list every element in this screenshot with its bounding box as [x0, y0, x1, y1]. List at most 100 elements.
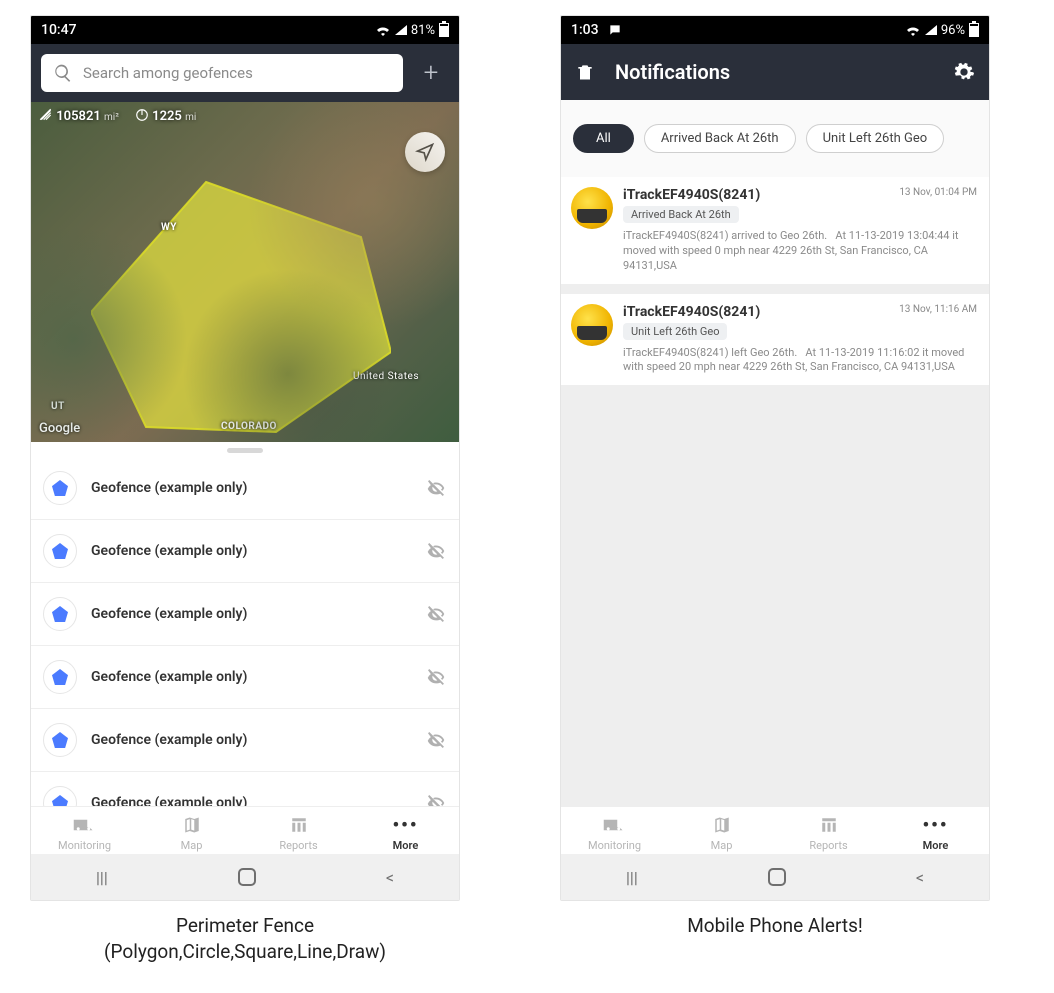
caption-right: Mobile Phone Alerts!: [560, 901, 990, 939]
geofence-shape-icon: [43, 786, 77, 806]
geofence-shape-icon: [43, 534, 77, 568]
list-item[interactable]: Geofence (example only): [31, 520, 459, 583]
status-time: 10:47: [41, 22, 77, 38]
geofence-metrics: 105821 mi² 1225 mi: [39, 108, 196, 124]
bottom-nav: Monitoring Map Reports •••More: [31, 806, 459, 854]
back-button[interactable]: <: [916, 868, 924, 887]
more-icon: •••: [352, 815, 459, 835]
notification-card[interactable]: iTrackEF4940S(8241) Arrived Back At 26th…: [561, 177, 989, 284]
recents-button[interactable]: |||: [96, 868, 108, 887]
android-navbar: ||| <: [31, 854, 459, 900]
search-bar: Search among geofences +: [31, 44, 459, 102]
screen-left: 10:47 81% Search among geofences + 10582…: [30, 15, 460, 901]
tab-map[interactable]: Map: [668, 815, 775, 852]
status-icons: 81%: [375, 23, 449, 38]
android-navbar: ||| <: [561, 854, 989, 900]
status-time: 1:03: [571, 22, 599, 38]
signal-icon: [925, 25, 937, 35]
perimeter-metric: 1225 mi: [135, 108, 196, 124]
home-button[interactable]: [238, 868, 256, 886]
my-location-button[interactable]: [405, 132, 445, 172]
notification-tag: Arrived Back At 26th: [623, 206, 739, 223]
notification-title: iTrackEF4940S(8241): [623, 304, 760, 320]
search-input[interactable]: Search among geofences: [41, 54, 403, 92]
tab-reports[interactable]: Reports: [775, 815, 882, 852]
tab-monitoring[interactable]: Monitoring: [31, 815, 138, 852]
map-label-ut: UT: [51, 401, 65, 412]
signal-icon: [395, 25, 407, 35]
list-item[interactable]: Geofence (example only): [31, 646, 459, 709]
area-icon: [39, 108, 53, 122]
van-icon: [603, 816, 627, 834]
battery-icon: [969, 23, 979, 37]
map-label-wy: WY: [161, 222, 177, 233]
visibility-off-icon[interactable]: [425, 666, 447, 688]
page-title: Notifications: [615, 60, 730, 84]
filter-chips: All Arrived Back At 26th Unit Left 26th …: [561, 100, 989, 177]
map[interactable]: 105821 mi² 1225 mi WY UT COLORADO United…: [31, 102, 459, 442]
sheet-handle[interactable]: [227, 448, 263, 453]
notification-time: 13 Nov, 11:16 AM: [899, 304, 977, 315]
phone-geofences: 10:47 81% Search among geofences + 10582…: [30, 15, 460, 983]
battery-text: 81%: [411, 23, 435, 38]
screen-right: 1:03 96% Notifications All Arrived Back …: [560, 15, 990, 901]
vehicle-avatar: [571, 187, 613, 229]
trash-icon[interactable]: [575, 61, 595, 83]
map-label-co: COLORADO: [221, 421, 277, 432]
battery-icon: [439, 23, 449, 37]
area-metric: 105821 mi²: [39, 108, 119, 124]
tab-more[interactable]: •••More: [882, 815, 989, 852]
list-item[interactable]: Geofence (example only): [31, 709, 459, 772]
list-item[interactable]: Geofence (example only): [31, 583, 459, 646]
visibility-off-icon[interactable]: [425, 477, 447, 499]
search-icon: [53, 63, 73, 83]
tab-monitoring[interactable]: Monitoring: [561, 815, 668, 852]
geofence-shape-icon: [43, 471, 77, 505]
notification-card[interactable]: iTrackEF4940S(8241) Unit Left 26th Geo 1…: [561, 294, 989, 386]
tab-map[interactable]: Map: [138, 815, 245, 852]
map-icon: [182, 816, 202, 834]
filter-left[interactable]: Unit Left 26th Geo: [806, 124, 945, 153]
recents-button[interactable]: |||: [626, 868, 638, 887]
van-icon: [73, 816, 97, 834]
header: Notifications: [561, 44, 989, 100]
location-arrow-icon: [415, 142, 435, 162]
chat-icon: [607, 23, 623, 37]
tab-more[interactable]: •••More: [352, 815, 459, 852]
reports-icon: [819, 816, 839, 834]
google-logo: Google: [39, 421, 80, 436]
phone-notifications: 1:03 96% Notifications All Arrived Back …: [560, 15, 990, 983]
list-item[interactable]: Geofence (example only): [31, 772, 459, 806]
reports-icon: [289, 816, 309, 834]
status-bar: 1:03 96%: [561, 16, 989, 44]
tab-reports[interactable]: Reports: [245, 815, 352, 852]
geofence-shape-icon: [43, 723, 77, 757]
geofence-shape-icon: [43, 660, 77, 694]
notification-tag: Unit Left 26th Geo: [623, 323, 727, 340]
geofence-shape-icon: [43, 597, 77, 631]
status-icons: 96%: [905, 23, 979, 38]
visibility-off-icon[interactable]: [425, 603, 447, 625]
more-icon: •••: [882, 815, 989, 835]
visibility-off-icon[interactable]: [425, 792, 447, 806]
add-geofence-button[interactable]: +: [413, 58, 449, 88]
geofence-polygon[interactable]: [91, 172, 391, 442]
status-bar: 10:47 81%: [31, 16, 459, 44]
visibility-off-icon[interactable]: [425, 729, 447, 751]
list-item[interactable]: Geofence (example only): [31, 457, 459, 520]
notification-time: 13 Nov, 01:04 PM: [899, 187, 977, 198]
perimeter-icon: [135, 108, 149, 122]
battery-text: 96%: [941, 23, 965, 38]
caption-left: Perimeter Fence (Polygon,Circle,Square,L…: [30, 901, 460, 964]
filter-all[interactable]: All: [573, 124, 634, 153]
map-icon: [712, 816, 732, 834]
home-button[interactable]: [768, 868, 786, 886]
visibility-off-icon[interactable]: [425, 540, 447, 562]
gear-icon[interactable]: [953, 61, 975, 83]
notification-list: iTrackEF4940S(8241) Arrived Back At 26th…: [561, 177, 989, 806]
map-label-us: United States: [353, 371, 419, 382]
back-button[interactable]: <: [386, 868, 394, 887]
notification-text: iTrackEF4940S(8241) left Geo 26th. At 11…: [623, 346, 977, 376]
bottom-nav: Monitoring Map Reports •••More: [561, 806, 989, 854]
filter-arrived[interactable]: Arrived Back At 26th: [644, 124, 796, 153]
